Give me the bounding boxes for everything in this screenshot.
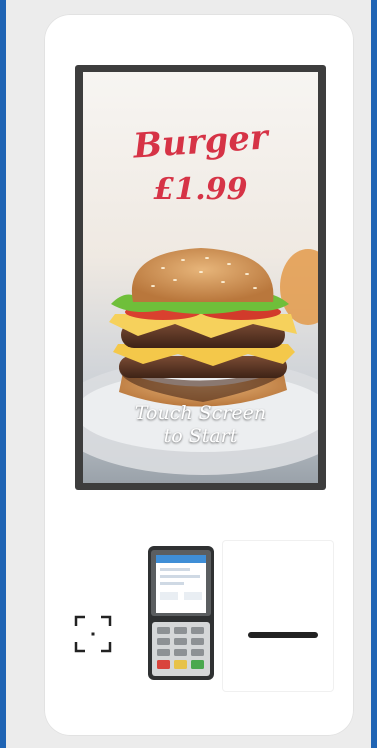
touch-screen[interactable]: Burger £1.99 Touch Screen to Start bbox=[83, 72, 318, 483]
screen-bezel: Burger £1.99 Touch Screen to Start bbox=[75, 65, 326, 490]
touch-to-start-line2: to Start bbox=[163, 425, 238, 447]
receipt-slot bbox=[248, 632, 318, 638]
card-payment-terminal-icon bbox=[148, 546, 214, 680]
page-background: Burger £1.99 Touch Screen to Start bbox=[6, 0, 371, 748]
barcode-scanner-icon bbox=[73, 614, 113, 654]
kiosk-peripherals bbox=[44, 504, 354, 736]
touch-to-start-line1: Touch Screen bbox=[134, 402, 267, 424]
promo-price: £1.99 bbox=[153, 172, 248, 207]
self-service-kiosk: Burger £1.99 Touch Screen to Start bbox=[44, 14, 354, 736]
receipt-printer-panel bbox=[222, 540, 334, 692]
